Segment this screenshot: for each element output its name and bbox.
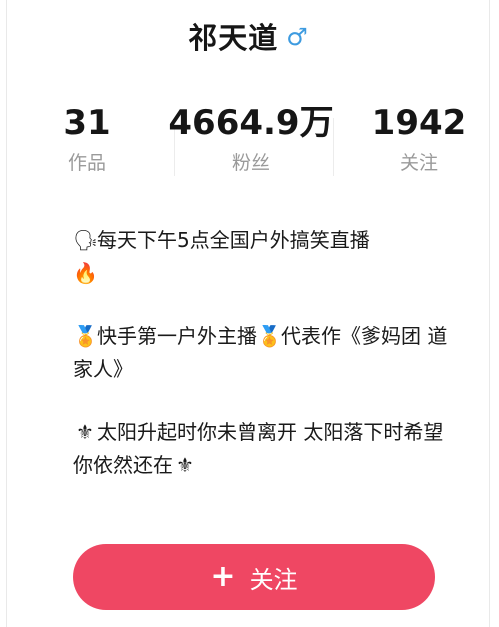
bio-paragraph: 🏅快手第一户外主播🏅代表作《爹妈团 道家人》 (73, 320, 453, 386)
male-gender-icon: ♂ (286, 23, 308, 51)
speaking-head-icon: 🗣 (73, 228, 99, 252)
fans-label: 粉丝 (231, 152, 270, 174)
medal-icon: 🏅 (257, 324, 282, 348)
bio-text: 每天下午5点全国户外搞笑直播 (97, 228, 370, 252)
bio-paragraph: ⚜ 太阳升起时你未曾离开 太阳落下时希望你依然还在 ⚜ (73, 416, 453, 482)
stat-divider (333, 118, 334, 176)
following-label: 关注 (399, 152, 438, 174)
stat-works[interactable]: 31 作品 (41, 100, 133, 178)
fleur-de-lis-icon: ⚜ (176, 453, 194, 477)
bio-text: 快手第一户外主播 (97, 324, 257, 348)
bio-text: 太阳升起时你未曾离开 太阳落下时希望你依然还在 (73, 420, 444, 477)
plus-icon: + (210, 559, 236, 594)
username: 祁天道 (188, 21, 279, 55)
stat-following[interactable]: 1942 关注 (363, 100, 475, 178)
stat-fans[interactable]: 4664.9万 粉丝 (159, 100, 343, 178)
profile-stats: 31 作品 4664.9万 粉丝 1942 关注 (7, 100, 489, 190)
bio-paragraph: 🗣每天下午5点全国户外搞笑直播 🔥 (73, 224, 453, 290)
works-count: 31 (63, 103, 111, 143)
follow-button[interactable]: + 关注 (73, 544, 435, 610)
follow-button-label: 关注 (249, 565, 298, 594)
following-count: 1942 (371, 103, 467, 143)
fleur-de-lis-icon: ⚜ (76, 420, 94, 444)
profile-bio: 🗣每天下午5点全国户外搞笑直播 🔥 🏅快手第一户外主播🏅代表作《爹妈团 道家人》… (73, 224, 453, 512)
profile-header: 祁天道 ♂ (7, 14, 489, 58)
fans-count: 4664.9万 (168, 103, 334, 143)
medal-icon: 🏅 (73, 324, 98, 348)
works-label: 作品 (67, 152, 106, 174)
profile-card: 祁天道 ♂ 31 作品 4664.9万 粉丝 1942 关注 🗣每天下午5点全国… (6, 0, 490, 627)
fire-icon: 🔥 (73, 261, 98, 285)
